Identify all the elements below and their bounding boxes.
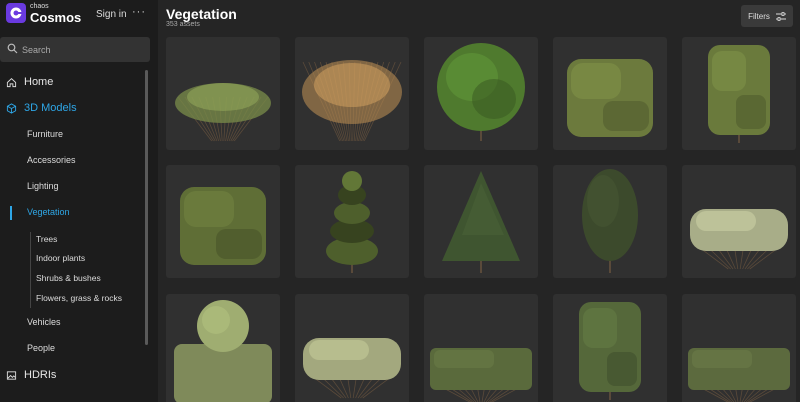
asset-thumbnail-low-hedge <box>688 348 790 402</box>
sidebar-item-label: 3D Models <box>24 102 77 114</box>
asset-thumbnail-topiary-spiral <box>326 171 378 273</box>
asset-thumbnail-round-tree <box>437 43 525 141</box>
asset-card[interactable] <box>295 37 409 150</box>
asset-thumbnail-low-hedge <box>430 348 532 402</box>
sidebar-item-label: Home <box>24 76 54 88</box>
sidebar-item-label: Vegetation <box>27 207 70 217</box>
filters-label: Filters <box>748 11 770 21</box>
sign-in-link[interactable]: Sign in <box>96 9 127 20</box>
sidebar-item-hdris[interactable]: HDRIs <box>0 369 144 381</box>
sidebar-item-shrubs-bushes[interactable]: Shrubs & bushes <box>0 273 144 283</box>
brand-product: Cosmos <box>30 10 82 25</box>
asset-card[interactable] <box>682 37 796 150</box>
sidebar-item-vehicles[interactable]: Vehicles <box>0 317 144 327</box>
sidebar-item-label: HDRIs <box>24 369 57 381</box>
sidebar-item-flowers-grass-rocks[interactable]: Flowers, grass & rocks <box>0 293 144 303</box>
sidebar-item-home[interactable]: Home <box>0 76 144 88</box>
sidebar-scrollbar[interactable] <box>145 70 148 345</box>
image-icon <box>6 370 17 380</box>
sidebar-item-furniture[interactable]: Furniture <box>0 129 144 139</box>
sidebar-item-people[interactable]: People <box>0 343 144 353</box>
asset-thumbnail-box-hedge <box>567 59 653 137</box>
asset-card[interactable] <box>295 165 409 278</box>
asset-thumbnail-conifer <box>442 171 520 273</box>
search-box <box>0 37 150 62</box>
home-icon <box>6 77 17 87</box>
sidebar-item-3d-models[interactable]: 3D Models <box>0 102 144 114</box>
asset-card[interactable] <box>166 294 280 402</box>
asset-thumbnail-box-hedge <box>180 187 266 265</box>
asset-card[interactable] <box>424 294 538 402</box>
asset-card[interactable] <box>553 165 667 278</box>
asset-card[interactable] <box>424 165 538 278</box>
sidebar-item-accessories[interactable]: Accessories <box>0 155 144 165</box>
asset-thumbnail-tall-box-hedge <box>579 302 641 400</box>
cube-icon <box>6 102 17 114</box>
asset-thumbnail-ball-hedge <box>174 300 272 402</box>
brand-logo[interactable]: chaos Cosmos <box>30 3 81 24</box>
asset-count: 353 assets <box>166 21 200 28</box>
chaos-logo-icon[interactable] <box>6 3 26 23</box>
asset-card[interactable] <box>682 165 796 278</box>
asset-card[interactable] <box>553 294 667 402</box>
sidebar-item-trees[interactable]: Trees <box>0 234 144 244</box>
filters-button[interactable]: Filters <box>741 5 793 27</box>
asset-card[interactable] <box>424 37 538 150</box>
asset-thumbnail-grass-bush <box>175 83 271 142</box>
more-options-icon[interactable]: ··· <box>132 6 146 18</box>
sidebar-item-indoor-plants[interactable]: Indoor plants <box>0 253 144 263</box>
asset-thumbnail-flower-hedge <box>690 209 788 270</box>
sliders-icon <box>775 11 786 21</box>
asset-thumbnail-oval-tree <box>582 169 638 273</box>
asset-card[interactable] <box>166 165 280 278</box>
sidebar-item-vegetation[interactable]: Vegetation <box>0 206 144 220</box>
sidebar: chaos Cosmos Sign in ··· Home 3D Models … <box>0 0 158 402</box>
asset-card[interactable] <box>553 37 667 150</box>
search-input[interactable] <box>22 37 146 62</box>
sidebar-item-lighting[interactable]: Lighting <box>0 181 144 191</box>
asset-thumbnail-tall-box-hedge <box>708 45 770 143</box>
asset-card[interactable] <box>682 294 796 402</box>
asset-thumbnail-flower-hedge <box>303 338 401 399</box>
asset-card[interactable] <box>295 294 409 402</box>
asset-card[interactable] <box>166 37 280 150</box>
search-icon <box>7 43 18 54</box>
asset-thumbnail-dry-bush <box>302 60 402 142</box>
brand-company: chaos <box>30 3 49 10</box>
page-title: Vegetation <box>166 6 237 22</box>
